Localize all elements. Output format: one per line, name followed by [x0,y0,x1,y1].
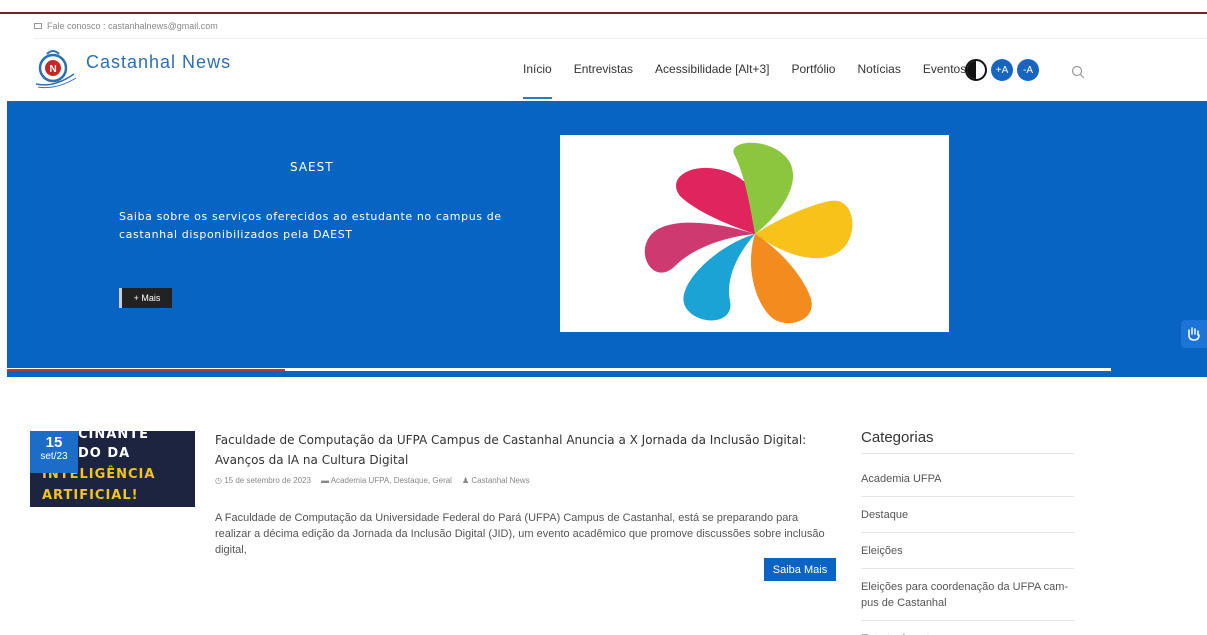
date-badge: 15 set/23 [30,431,78,473]
contrast-icon[interactable] [965,59,987,81]
thumb-text-2: DO DA [78,446,131,461]
font-increase-button[interactable]: +A [991,59,1013,81]
pinwheel-logo-icon [644,142,852,324]
nav-item-inicio[interactable]: Início [523,62,552,99]
top-accent-line [0,12,1207,14]
header-divider [34,38,1207,39]
hero-text: Saiba sobre os serviços oferecidos ao es… [119,210,502,241]
category-item[interactable]: Academia UFPA [861,462,1074,497]
post-thumbnail[interactable]: CINANTE DO DA INTELIGÊNCIA ARTIFICIAL! 1… [30,431,195,507]
nav-item-acessibilidade[interactable]: Acessibilidade [Alt+3] [655,62,769,76]
post-title[interactable]: Faculdade de Computação da UFPA Campus d… [215,430,835,470]
contact-bar: Fale conosco : castanhalnews@gmail.com [34,21,218,31]
svg-text:N: N [50,64,57,75]
categories-list: Academia UFPA Destaque Eleições Eleições… [861,462,1074,635]
post-date: 15 de setembro de 2023 [224,476,311,485]
categories-divider [861,453,1074,454]
post-categories-meta[interactable]: ▬ Academia UFPA, Destaque, Geral [321,476,452,485]
logo-icon: N [35,50,77,89]
post-date-meta[interactable]: ◷ 15 de setembro de 2023 [215,476,311,485]
hero-image [560,135,949,332]
more-button[interactable]: + Mais [119,288,172,308]
accessibility-controls: +A -A [965,59,1039,81]
date-day: 15 [45,434,63,451]
thumb-text-4: ARTIFICIAL! [42,488,139,503]
nav-item-portfolio[interactable]: Portfólio [791,62,835,76]
read-more-button[interactable]: Saiba Mais [764,558,836,581]
category-item[interactable]: Eleições para coordenação da UFPA cam-pu… [861,569,1074,621]
post-meta: ◷ 15 de setembro de 2023 ▬ Academia UFPA… [215,476,530,485]
post-categories: Academia UFPA, Destaque, Geral [330,476,452,485]
nav-item-entrevistas[interactable]: Entrevistas [574,62,633,76]
category-item[interactable]: Entretenimento [861,621,1074,635]
category-item[interactable]: Destaque [861,497,1074,533]
post-author-meta[interactable]: ♟ Castanhal News [462,476,530,485]
categories-title: Categorias [861,429,934,446]
font-decrease-button[interactable]: -A [1017,59,1039,81]
mail-icon [34,23,42,29]
sign-language-icon [1188,327,1200,341]
hero-slider: SAEST Saiba sobre os serviços oferecidos… [7,101,1207,377]
site-title: Castanhal News [86,51,232,72]
sign-language-button[interactable] [1181,320,1207,348]
contact-text[interactable]: Fale conosco : castanhalnews@gmail.com [47,21,218,31]
slider-indicator-active[interactable] [7,369,285,371]
date-month: set/23 [40,451,68,462]
main-nav: Início Entrevistas Acessibilidade [Alt+3… [523,62,988,99]
nav-item-eventos[interactable]: Eventos [923,62,966,76]
hero-title: SAEST [290,160,334,174]
post-excerpt: A Faculdade de Computação da Universidad… [215,512,825,556]
thumb-text-1: CINANTE [78,431,149,442]
site-logo[interactable]: N Castanhal News [34,44,231,90]
category-item[interactable]: Eleições [861,533,1074,569]
post-author: Castanhal News [471,476,530,485]
nav-item-noticias[interactable]: Notícias [857,62,900,76]
search-icon[interactable] [1071,65,1085,79]
